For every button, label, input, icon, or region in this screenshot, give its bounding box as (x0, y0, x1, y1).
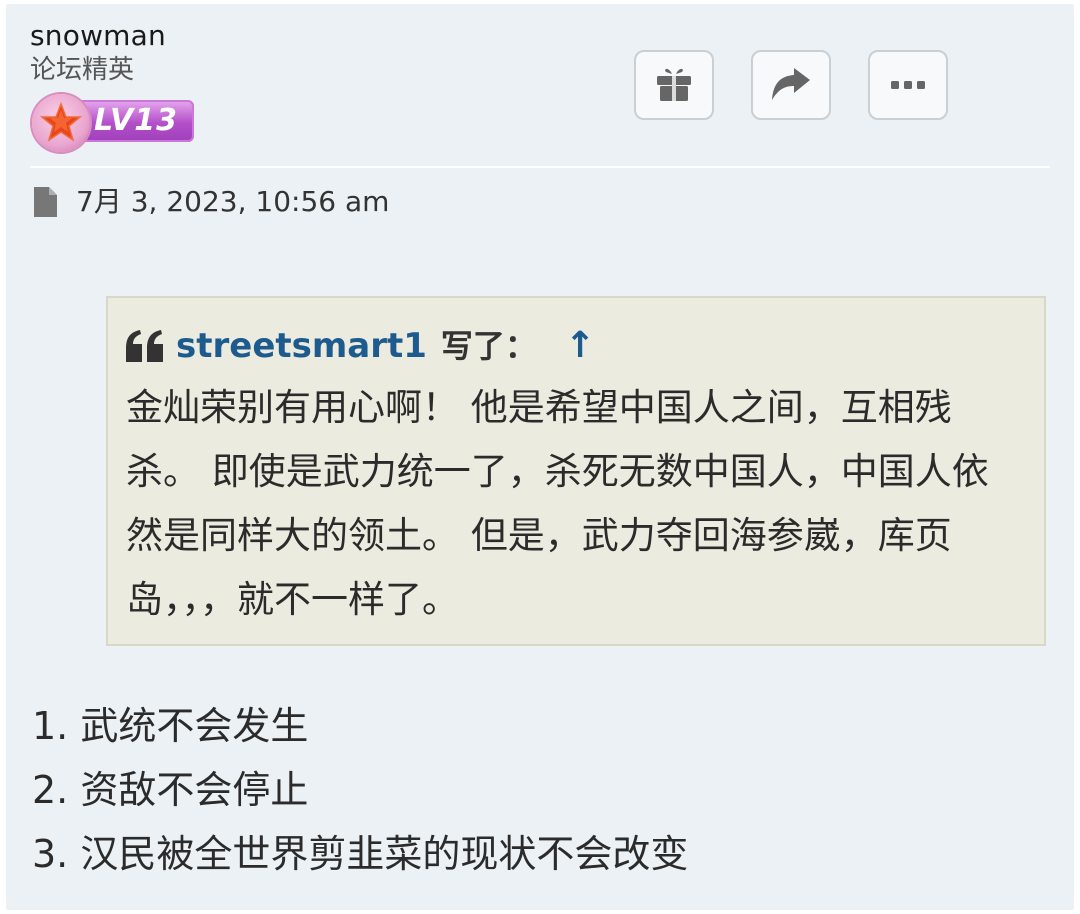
more-dots-icon (891, 81, 925, 89)
level-star-badge (32, 94, 90, 152)
quote-author-link[interactable]: streetsmart1 (176, 324, 427, 368)
gift-button[interactable] (634, 50, 714, 120)
quote-marks-icon (126, 330, 163, 362)
list-item: 3. 汉民被全世界剪韭菜的现状不会改变 (32, 832, 689, 876)
user-rank-title: 论坛精英 (30, 55, 135, 85)
quote-text: 金灿荣别有用心啊！ 他是希望中国人之间，互相残杀。 即使是武力统一了，杀死无数中… (126, 386, 989, 621)
header-divider (30, 166, 1050, 168)
share-button[interactable] (751, 50, 831, 120)
list-item: 1. 武统不会发生 (32, 704, 309, 748)
star-icon (40, 101, 82, 142)
document-icon (34, 187, 57, 217)
post-username[interactable]: snowman (30, 20, 166, 52)
post-body-list: 1. 武统不会发生 2. 资敌不会停止 3. 汉民被全世界剪韭菜的现状不会改变 (32, 694, 688, 886)
post-card: snowman 论坛精英 LV13 7月 3, 2023, 10:56 am s… (6, 4, 1074, 910)
post-date-row: 7月 3, 2023, 10:56 am (32, 182, 389, 222)
share-arrow-icon (772, 68, 810, 100)
list-item: 2. 资敌不会停止 (32, 768, 309, 812)
level-badge: LV13 (32, 94, 196, 152)
level-badge-text: LV13 (94, 103, 178, 138)
gift-icon (657, 68, 691, 101)
quote-block: streetsmart1 写了： ↑ 金灿荣别有用心啊！ 他是希望中国人之间，互… (106, 296, 1046, 646)
jump-to-post-arrow[interactable]: ↑ (565, 324, 595, 368)
quote-wrote-label: 写了： (440, 327, 537, 365)
post-date[interactable]: 7月 3, 2023, 10:56 am (76, 184, 389, 220)
more-options-button[interactable] (868, 50, 948, 120)
quote-header: streetsmart1 写了： ↑ (124, 322, 595, 370)
